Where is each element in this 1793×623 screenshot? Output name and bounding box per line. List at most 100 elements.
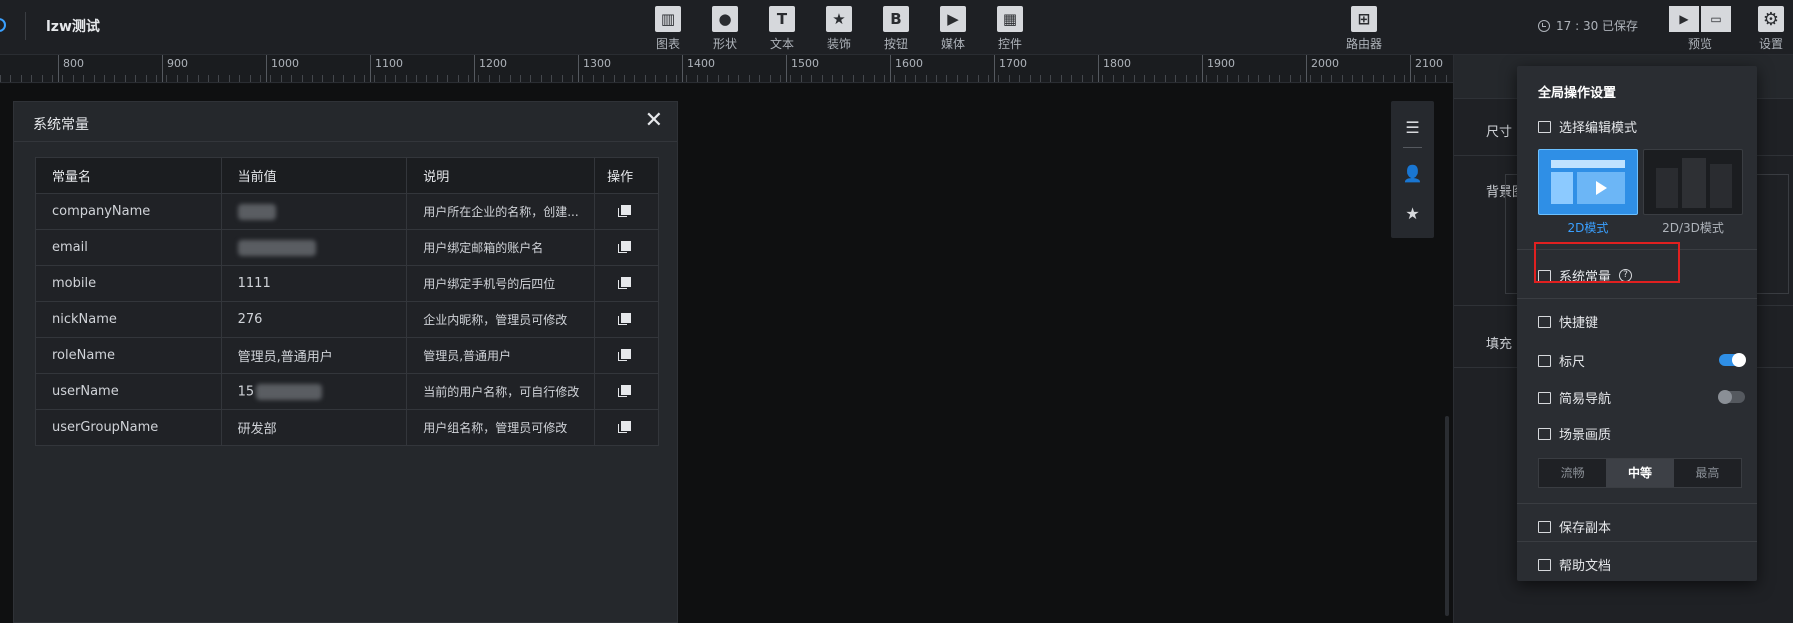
mode-3d-card[interactable] — [1643, 149, 1743, 215]
table-row: companyName 用户所在企业的名称，创建... — [35, 193, 659, 230]
quality-option-medium[interactable]: 中等 — [1606, 459, 1674, 487]
copy-button[interactable] — [594, 229, 659, 266]
tool-media-button[interactable]: ▶ 媒体 — [931, 6, 975, 52]
ruler-minor-tick — [114, 75, 115, 82]
global-settings-dropdown: 全局操作设置 选择编辑模式 2D模式 2D/3D模式 系统常量 ? 快捷键 标尺… — [1517, 66, 1757, 581]
ruler-minor-tick — [1352, 75, 1353, 82]
tool-decoration-button[interactable]: ★ 装饰 — [817, 6, 861, 52]
ruler-minor-tick — [926, 75, 927, 82]
ruler-minor-tick — [177, 75, 178, 82]
mode-2d-label[interactable]: 2D模式 — [1538, 219, 1638, 236]
ruler-tick-label: 1100 — [375, 57, 403, 70]
constant-name: roleName — [35, 337, 222, 374]
column-header-desc: 说明 — [406, 157, 596, 194]
logo-icon[interactable] — [0, 18, 6, 32]
ruler-minor-tick — [1425, 75, 1426, 82]
tool-shape-button[interactable]: ● 形状 — [703, 6, 747, 52]
tool-control-button[interactable]: ▦ 控件 — [988, 6, 1032, 52]
copy-button[interactable] — [594, 301, 659, 338]
ruler-tick-label: 1400 — [687, 57, 715, 70]
ruler-minor-tick — [894, 75, 895, 82]
ruler-minor-tick — [42, 75, 43, 82]
copy-button[interactable] — [594, 337, 659, 374]
ruler-minor-tick — [624, 75, 625, 82]
copy-button[interactable] — [594, 373, 659, 410]
constant-name: companyName — [35, 193, 222, 230]
ruler-minor-tick — [978, 75, 979, 82]
ruler-minor-tick — [229, 75, 230, 82]
preview-button[interactable]: ▶ ▭ 预览 — [1669, 6, 1731, 52]
ruler-tick: 800 — [58, 55, 84, 82]
ruler-minor-tick — [1040, 75, 1041, 82]
mode-2d-card[interactable] — [1538, 149, 1638, 215]
ruler-minor-tick — [1217, 75, 1218, 82]
ruler-minor-tick — [936, 75, 937, 82]
shortcuts-item[interactable]: 快捷键 — [1538, 312, 1598, 331]
modal-title: 系统常量 — [33, 117, 89, 133]
toggle-knob — [1718, 390, 1732, 404]
user-icon[interactable]: 👤 — [1391, 155, 1434, 191]
ruler-minor-tick — [863, 75, 864, 82]
document-icon — [1538, 558, 1551, 571]
ruler-toggle[interactable] — [1719, 353, 1746, 367]
ruler-minor-tick — [1435, 75, 1436, 82]
ruler-tick: 2100 — [1410, 55, 1443, 82]
mode-3d-label[interactable]: 2D/3D模式 — [1643, 219, 1743, 236]
clock-icon — [1538, 19, 1550, 32]
divider — [1517, 298, 1757, 299]
tool-label: 媒体 — [940, 37, 965, 51]
copy-button[interactable] — [594, 409, 659, 446]
ruler-tick-label: 800 — [63, 57, 84, 70]
router-button[interactable]: ⊞ 路由器 — [1339, 6, 1389, 52]
ruler-minor-tick — [1061, 75, 1062, 82]
tool-label: 形状 — [712, 37, 737, 51]
router-label: 路由器 — [1345, 37, 1382, 51]
ruler-minor-tick — [1290, 75, 1291, 82]
ruler-tick: 1400 — [682, 55, 715, 82]
ruler-tick-label: 1200 — [479, 57, 507, 70]
ruler-minor-tick — [1414, 75, 1415, 82]
ruler-tick-label: 2100 — [1415, 57, 1443, 70]
divider — [1517, 503, 1757, 504]
ruler-tick: 1600 — [890, 55, 923, 82]
building-icon — [1656, 168, 1678, 208]
ruler-icon — [1538, 354, 1551, 367]
canvas-scrollbar[interactable] — [1445, 416, 1449, 616]
sliders-icon[interactable]: ☰ — [1391, 109, 1434, 145]
ruler-tick-label: 1900 — [1207, 57, 1235, 70]
tool-text-button[interactable]: T 文本 — [760, 6, 804, 52]
ruler-minor-tick — [530, 75, 531, 82]
ruler-minor-tick — [1321, 75, 1322, 82]
ruler-minor-tick — [666, 75, 667, 82]
ruler-tick: 1800 — [1098, 55, 1131, 82]
ruler-minor-tick — [21, 75, 22, 82]
shortcuts-label: 快捷键 — [1559, 316, 1599, 331]
tool-button-button[interactable]: B 按钮 — [874, 6, 918, 52]
help-docs-item[interactable]: 帮助文档 — [1538, 555, 1611, 574]
ruler-tick: 1100 — [370, 55, 403, 82]
simple-nav-toggle[interactable] — [1718, 390, 1745, 404]
tool-chart-button[interactable]: ▥ 图表 — [646, 6, 690, 52]
save-copy-item[interactable]: 保存副本 — [1538, 517, 1611, 536]
ruler-minor-tick — [354, 75, 355, 82]
scene-quality-label: 场景画质 — [1559, 428, 1612, 443]
preview-label: 预览 — [1687, 37, 1712, 51]
ruler-minor-tick — [874, 75, 875, 82]
copy-button[interactable] — [594, 265, 659, 302]
grid-icon: ▦ — [997, 6, 1023, 32]
ruler-minor-tick — [281, 75, 282, 82]
ruler-tick: 1900 — [1202, 55, 1235, 82]
ruler-tick-label: 1500 — [791, 57, 819, 70]
favorite-star-icon[interactable]: ★ — [1391, 195, 1434, 231]
ruler-minor-tick — [946, 75, 947, 82]
copy-button[interactable] — [594, 193, 659, 230]
close-icon[interactable]: ✕ — [645, 110, 663, 132]
quality-option-smooth[interactable]: 流畅 — [1539, 459, 1606, 487]
constant-value: 研发部 — [220, 409, 408, 446]
ruler-minor-tick — [697, 75, 698, 82]
settings-button[interactable]: ⚙ 设置 — [1751, 6, 1791, 52]
ruler-minor-tick — [1227, 75, 1228, 82]
play-icon: ▶ — [940, 6, 966, 32]
ruler-minor-tick — [832, 75, 833, 82]
quality-option-highest[interactable]: 最高 — [1674, 459, 1741, 487]
